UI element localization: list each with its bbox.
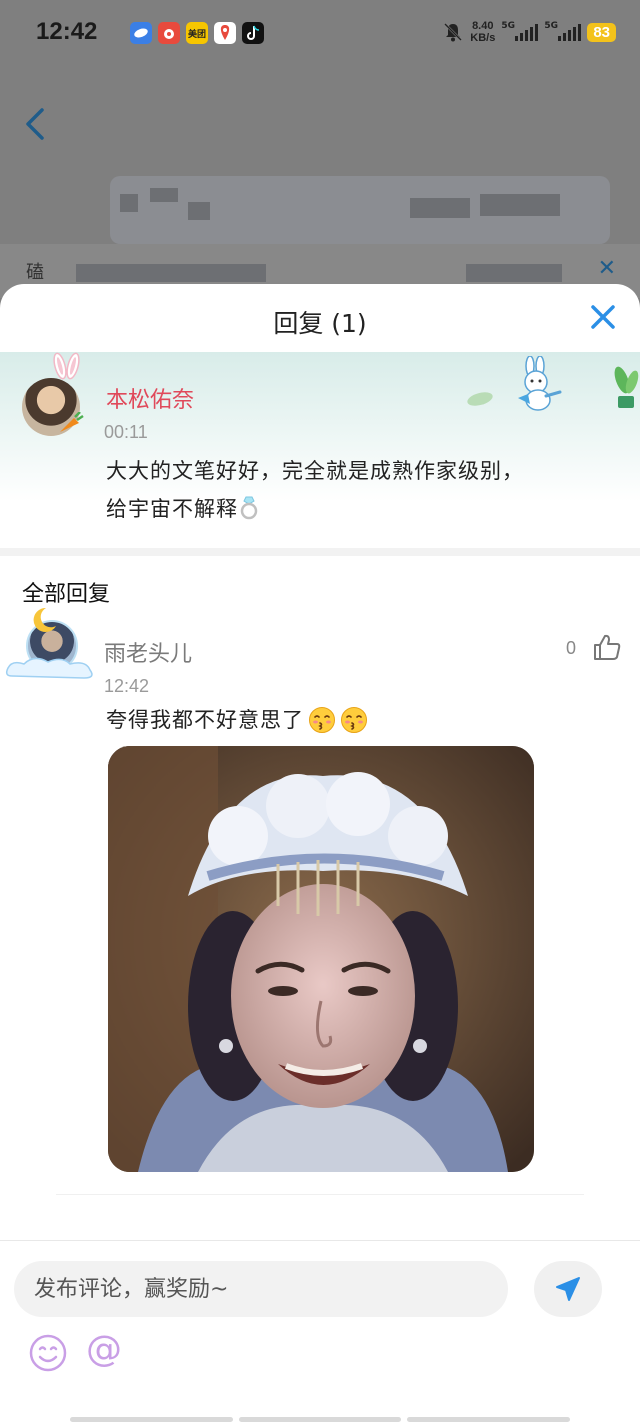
notification-app-icons: 美团: [130, 22, 264, 44]
meme-photo: [108, 746, 534, 1172]
tiktok-icon: [242, 22, 264, 44]
sheet-header: 回复 (1): [0, 284, 640, 352]
mention-button[interactable]: @: [86, 1329, 122, 1370]
reply-image[interactable]: [108, 746, 534, 1172]
background-page: 磕 ✕: [0, 68, 640, 298]
reply-avatar-frame[interactable]: [4, 606, 94, 686]
plant-decoration-icon: [614, 366, 639, 408]
home-indicator: [70, 1417, 571, 1422]
reply-text-row: 夸得我都不好意思了: [106, 704, 368, 736]
close-x-icon[interactable]: [588, 302, 618, 332]
blurred-content: [120, 194, 138, 212]
comment-input-bar: @: [0, 1240, 640, 1422]
parent-author-name[interactable]: 本松佑奈: [106, 382, 194, 414]
cloud-decoration-icon: [5, 657, 93, 679]
net-speed-unit: KB/s: [470, 32, 496, 44]
reply-sheet: 回复 (1) 本松佑奈 00:11 大大的文笔好好，完全就是成熟作家级别， 给宇…: [0, 284, 640, 1422]
send-button[interactable]: [534, 1261, 602, 1317]
parent-comment-line-2-wrap: 给宇宙不解释: [106, 490, 606, 528]
signal-2-icon: 5G: [544, 21, 582, 41]
blurred-content: [466, 264, 562, 282]
parent-comment: 本松佑奈 00:11 大大的文笔好好，完全就是成熟作家级别， 给宇宙不解释: [0, 352, 640, 548]
parent-comment-line-2: 给宇宙不解释: [106, 497, 238, 521]
red-app-icon: [158, 22, 180, 44]
kissing-face-icon: [341, 707, 367, 733]
signal-1-icon: 5G: [501, 21, 539, 41]
signal-1-label: 5G: [501, 21, 515, 31]
blurred-content: [188, 202, 210, 220]
system-indicators: 8.40 KB/s 5G 5G 83: [442, 20, 616, 44]
reply-author-name[interactable]: 雨老头儿: [104, 636, 192, 668]
blue-app-icon: [130, 22, 152, 44]
mute-bell-icon: [444, 23, 463, 42]
background-close-icon[interactable]: ✕: [598, 256, 616, 281]
background-strip-label: 磕: [26, 262, 44, 283]
thumbs-up-icon[interactable]: [592, 632, 622, 662]
reply-separator: [56, 1194, 584, 1195]
status-bar: 12:42 美团 8.40 KB/s 5G 5G 83: [0, 0, 640, 68]
send-arrow-icon: [556, 1277, 580, 1301]
signal-2-label: 5G: [544, 21, 558, 31]
parent-comment-time: 00:11: [104, 422, 148, 442]
parent-comment-line-1: 大大的文笔好好，完全就是成熟作家级别，: [106, 459, 524, 483]
all-replies-title: 全部回复: [22, 582, 111, 607]
section-divider: [0, 548, 640, 556]
sheet-title: 回复 (1): [273, 309, 367, 338]
blurred-content: [410, 198, 470, 218]
parent-comment-text: 大大的文笔好好，完全就是成熟作家级别， 给宇宙不解释: [106, 452, 606, 528]
reply-time: 12:42: [104, 676, 150, 696]
blurred-content: [480, 194, 560, 216]
moon-decoration-icon: [33, 607, 56, 632]
back-chevron-icon[interactable]: [22, 106, 48, 142]
ring-emoji-icon: [240, 496, 258, 520]
battery-indicator: 83: [587, 22, 616, 42]
network-speed: 8.40 KB/s: [470, 20, 495, 44]
reply-text: 夸得我都不好意思了: [106, 708, 304, 732]
like-count: 0: [566, 638, 577, 658]
running-bunny-icon: [518, 356, 562, 411]
leaf-decoration-icon: [467, 392, 493, 406]
meituan-icon: 美团: [186, 22, 208, 44]
status-time: 12:42: [36, 18, 98, 45]
net-speed-value: 8.40: [472, 20, 494, 32]
smiley-icon[interactable]: [28, 1333, 68, 1373]
bunny-ears-icon: [53, 352, 80, 380]
kissing-face-icon: [309, 707, 335, 733]
map-app-icon: [214, 22, 236, 44]
carrot-icon: [60, 412, 84, 432]
blurred-content: [150, 188, 178, 202]
blurred-content: [76, 264, 266, 282]
comment-input[interactable]: [14, 1261, 508, 1317]
